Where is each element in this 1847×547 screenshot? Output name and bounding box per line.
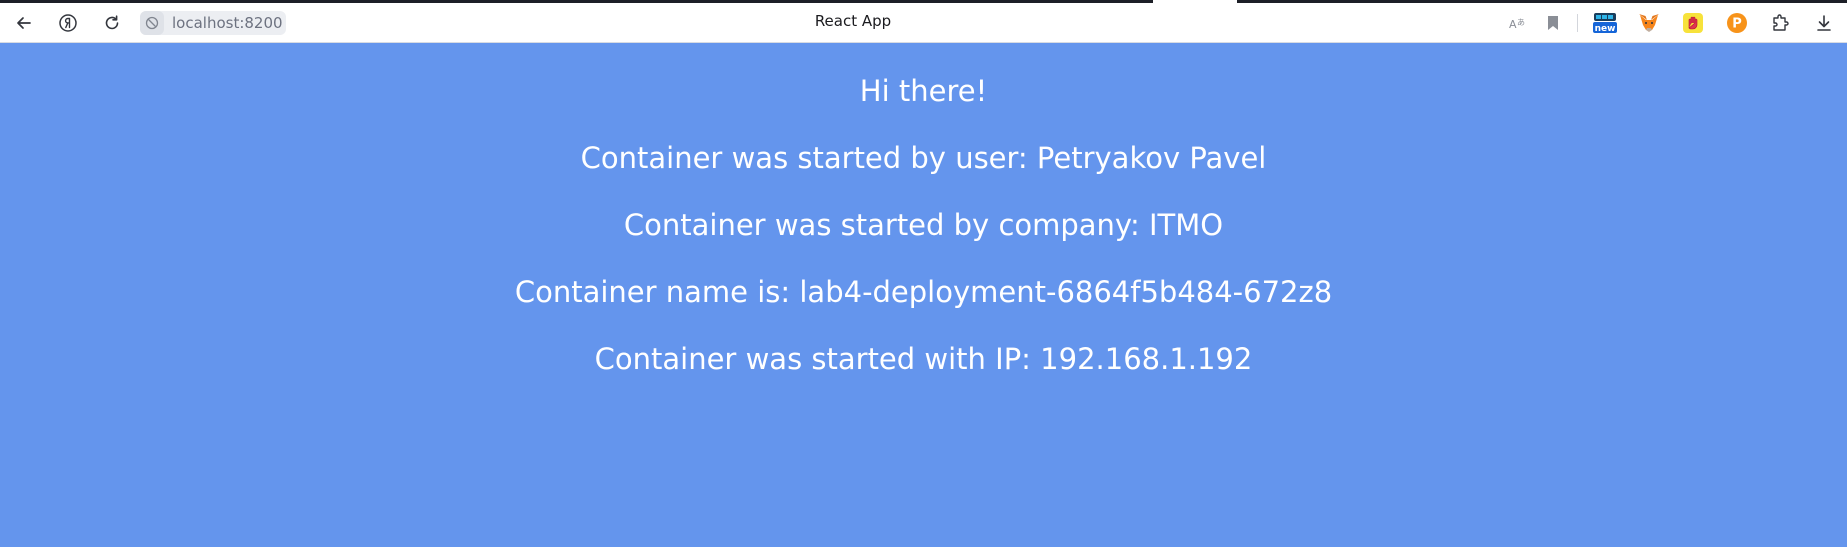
container-name-text: Container name is: lab4-deployment-6864f… [514,275,1333,309]
download-icon [1817,15,1831,31]
browser-toolbar: localhost:8200 React App A あ new P [0,0,1847,43]
extensions-icon [1773,14,1789,31]
extensions-button[interactable] [1769,11,1793,35]
window-top-strip [0,0,1847,3]
p-coin-extension-icon: P [1727,13,1747,33]
extension-new-button[interactable]: new [1593,11,1617,35]
tab-title: React App [814,12,892,30]
container-ip-text: Container was started with IP: 192.168.1… [594,342,1253,376]
translate-icon: A あ [1509,18,1525,31]
extension-new-icon: new [1593,13,1617,34]
company-info-text: Container was started by company: ITMO [623,208,1224,242]
toolbar-divider [1577,14,1578,32]
svg-text:A: A [1509,18,1517,31]
hand-extension-icon [1683,13,1703,33]
active-tab-indicator [1153,0,1237,3]
downloads-button[interactable] [1812,11,1836,35]
svg-text:P: P [1732,17,1742,32]
bookmark-icon [1548,16,1558,30]
user-info-text: Container was started by user: Petryakov… [580,141,1267,175]
svg-text:あ: あ [1517,18,1525,27]
hand-extension-button[interactable] [1681,11,1705,35]
metamask-extension-button[interactable] [1637,11,1661,35]
translate-button[interactable]: A あ [1505,11,1529,35]
p-coin-extension-button[interactable]: P [1725,11,1749,35]
greeting-heading: Hi there! [859,74,988,108]
metamask-fox-icon [1639,14,1659,32]
extension-new-badge: new [1595,24,1616,34]
page-content: Hi there! Container was started by user:… [0,43,1847,547]
bookmark-button[interactable] [1541,11,1565,35]
